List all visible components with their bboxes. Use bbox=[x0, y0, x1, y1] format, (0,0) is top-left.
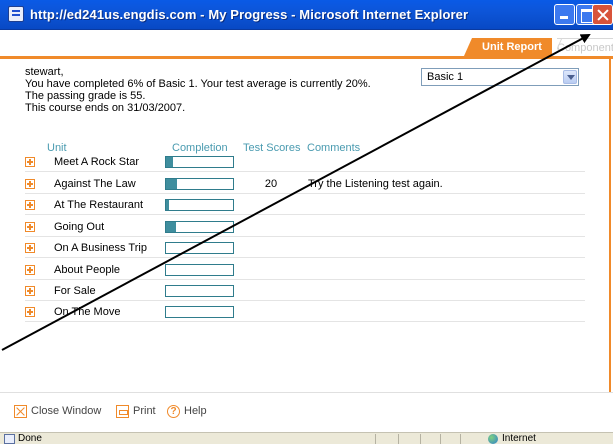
window-title: http://ed241us.engdis.com - My Progress … bbox=[30, 7, 469, 22]
status-divider bbox=[398, 434, 399, 444]
completion-bar bbox=[165, 242, 234, 254]
student-name: stewart, bbox=[25, 66, 64, 78]
completion-bar-fill bbox=[166, 179, 178, 189]
expand-plus-icon[interactable] bbox=[25, 307, 35, 317]
row-divider bbox=[25, 171, 585, 172]
status-bar: Done Internet bbox=[0, 432, 613, 444]
unit-row: On The Move bbox=[25, 304, 585, 322]
close-window-button[interactable] bbox=[592, 4, 613, 25]
row-divider bbox=[25, 257, 585, 258]
unit-name: Against The Law bbox=[54, 178, 136, 190]
help-link[interactable]: ? Help bbox=[167, 403, 207, 419]
print-link[interactable]: Print bbox=[116, 403, 156, 419]
completion-bar bbox=[165, 178, 234, 190]
status-divider bbox=[420, 434, 421, 444]
header-comments: Comments bbox=[307, 142, 361, 154]
unit-name: Going Out bbox=[54, 221, 105, 233]
unit-row: About People bbox=[25, 262, 585, 280]
status-divider bbox=[460, 434, 461, 444]
close-window-label: Close Window bbox=[31, 405, 102, 417]
page-done-icon bbox=[4, 434, 15, 444]
printer-icon bbox=[116, 404, 129, 418]
tab-underline bbox=[0, 56, 613, 59]
unit-name: About People bbox=[54, 264, 121, 276]
unit-comment: Try the Listening test again. bbox=[308, 178, 443, 190]
row-divider bbox=[25, 300, 585, 301]
close-icon bbox=[14, 404, 27, 418]
unit-row: Meet A Rock Star bbox=[25, 154, 585, 172]
content-right-border bbox=[609, 56, 611, 392]
expand-plus-icon[interactable] bbox=[25, 200, 35, 210]
internet-zone-icon bbox=[488, 434, 498, 444]
course-select[interactable]: Basic 1 bbox=[421, 68, 579, 86]
help-icon: ? bbox=[167, 404, 180, 418]
row-divider bbox=[25, 279, 585, 280]
expand-plus-icon[interactable] bbox=[25, 286, 35, 296]
expand-plus-icon[interactable] bbox=[25, 265, 35, 275]
security-zone-label: Internet bbox=[502, 433, 536, 444]
progress-summary: stewart, You have completed 6% of Basic … bbox=[25, 66, 371, 114]
expand-plus-icon[interactable] bbox=[25, 243, 35, 253]
footer-divider bbox=[0, 392, 613, 393]
expand-plus-icon[interactable] bbox=[25, 157, 35, 167]
unit-row: On A Business Trip bbox=[25, 240, 585, 258]
help-label: Help bbox=[184, 405, 207, 417]
header-unit: Unit bbox=[47, 142, 67, 154]
course-select-value: Basic 1 bbox=[427, 71, 464, 83]
unit-name: For Sale bbox=[54, 285, 96, 297]
tab-unit-report[interactable]: Unit Report bbox=[464, 38, 552, 56]
completion-summary: You have completed 6% of Basic 1. Your t… bbox=[25, 78, 371, 90]
unit-name: On A Business Trip bbox=[54, 242, 147, 254]
unit-name: Meet A Rock Star bbox=[54, 156, 139, 168]
completion-bar-fill bbox=[166, 157, 174, 167]
expand-plus-icon[interactable] bbox=[25, 179, 35, 189]
passing-grade: The passing grade is 55. bbox=[25, 90, 146, 102]
row-divider bbox=[25, 214, 585, 215]
test-score: 20 bbox=[264, 178, 278, 190]
unit-name: On The Move bbox=[54, 306, 121, 318]
row-divider bbox=[25, 236, 585, 237]
completion-bar bbox=[165, 264, 234, 276]
unit-row: For Sale bbox=[25, 283, 585, 301]
expand-plus-icon[interactable] bbox=[25, 222, 35, 232]
course-end-date: This course ends on 31/03/2007. bbox=[25, 102, 186, 114]
completion-bar bbox=[165, 221, 234, 233]
status-divider bbox=[375, 434, 376, 444]
print-label: Print bbox=[133, 405, 156, 417]
minimize-button[interactable] bbox=[554, 4, 575, 25]
completion-bar bbox=[165, 199, 234, 211]
tab-component-report[interactable]: Component Report bbox=[557, 38, 613, 56]
unit-name: At The Restaurant bbox=[54, 199, 144, 211]
close-window-link[interactable]: Close Window bbox=[14, 403, 101, 419]
unit-row: Going Out bbox=[25, 219, 585, 237]
row-divider bbox=[25, 193, 585, 194]
completion-bar bbox=[165, 306, 234, 318]
completion-bar bbox=[165, 285, 234, 297]
completion-bar-fill bbox=[166, 200, 170, 210]
status-text: Done bbox=[18, 433, 42, 444]
completion-bar-fill bbox=[166, 222, 177, 232]
unit-row: At The Restaurant bbox=[25, 197, 585, 215]
completion-bar bbox=[165, 156, 234, 168]
title-bar[interactable]: http://ed241us.engdis.com - My Progress … bbox=[0, 0, 613, 30]
header-completion: Completion bbox=[172, 142, 228, 154]
chevron-down-icon[interactable] bbox=[563, 70, 577, 84]
header-test-scores: Test Scores bbox=[243, 142, 301, 154]
row-divider bbox=[25, 321, 585, 322]
unit-row: Against The Law 20 Try the Listening tes… bbox=[25, 176, 585, 194]
ie-page-icon bbox=[8, 6, 24, 22]
status-divider bbox=[440, 434, 441, 444]
